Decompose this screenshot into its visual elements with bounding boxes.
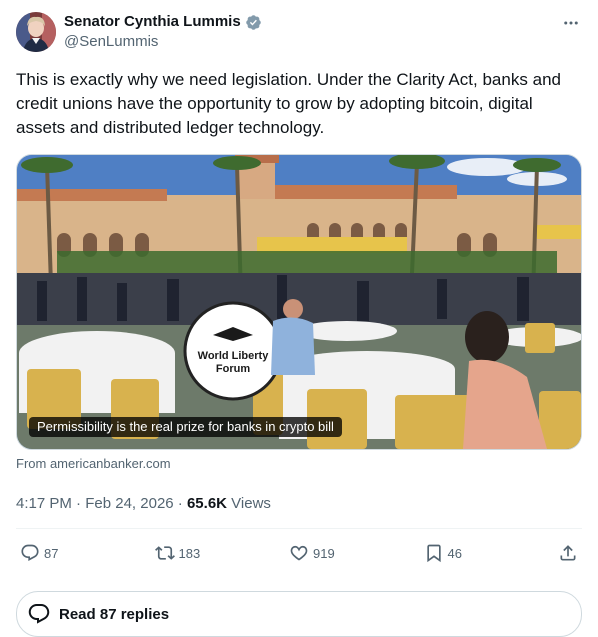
heart-icon: [290, 545, 308, 561]
avatar[interactable]: [16, 12, 56, 52]
card-caption: Permissibility is the real prize for ban…: [29, 417, 342, 437]
tweet-header: Senator Cynthia Lummis @SenLummis: [16, 12, 582, 54]
display-name-row[interactable]: Senator Cynthia Lummis: [64, 12, 262, 32]
reply-bubble-icon: [28, 604, 50, 624]
link-card[interactable]: World Liberty Forum Permissibility is th…: [16, 154, 582, 450]
display-name[interactable]: Senator Cynthia Lummis: [64, 12, 241, 32]
meta-separator: ·: [173, 495, 187, 512]
read-replies-label: Read 87 replies: [59, 605, 170, 623]
card-source[interactable]: From americanbanker.com: [16, 456, 582, 472]
tweet-date[interactable]: Feb 24, 2026: [85, 495, 173, 512]
tweet-time[interactable]: 4:17 PM: [16, 495, 72, 512]
reply-count: 87: [44, 545, 59, 561]
author-names: Senator Cynthia Lummis @SenLummis: [64, 12, 262, 52]
read-replies-button[interactable]: Read 87 replies: [16, 591, 582, 637]
like-button[interactable]: 919: [289, 543, 349, 563]
author-handle[interactable]: @SenLummis: [64, 32, 262, 52]
views-label: Views: [227, 495, 271, 512]
bookmark-button[interactable]: 46: [424, 543, 484, 563]
bookmark-count: 46: [447, 545, 462, 561]
action-bar: 87 183 919 46: [16, 529, 582, 577]
repost-count: 183: [178, 545, 201, 561]
sign-text-line2: Forum: [216, 363, 250, 375]
share-upload-icon: [560, 545, 576, 561]
tweet-meta: 4:17 PM · Feb 24, 2026 · 65.6K Views: [16, 494, 582, 514]
bookmark-icon: [426, 544, 441, 563]
sign-text-line1: World Liberty: [198, 350, 270, 362]
meta-separator: ·: [71, 495, 86, 512]
more-dots-icon[interactable]: [560, 12, 582, 34]
tweet: Senator Cynthia Lummis @SenLummis This i…: [16, 12, 582, 637]
reply-bubble-icon: [21, 544, 39, 561]
views-count: 65.6K: [186, 495, 227, 512]
reply-button[interactable]: 87: [20, 543, 80, 563]
tweet-text: This is exactly why we need legislation.…: [16, 70, 566, 137]
like-count: 919: [313, 545, 335, 561]
share-button[interactable]: [558, 543, 578, 563]
repost-arrows-icon: [154, 546, 175, 560]
verified-badge-icon[interactable]: [245, 14, 262, 31]
card-image: World Liberty Forum: [17, 155, 581, 449]
repost-button[interactable]: 183: [154, 543, 215, 563]
